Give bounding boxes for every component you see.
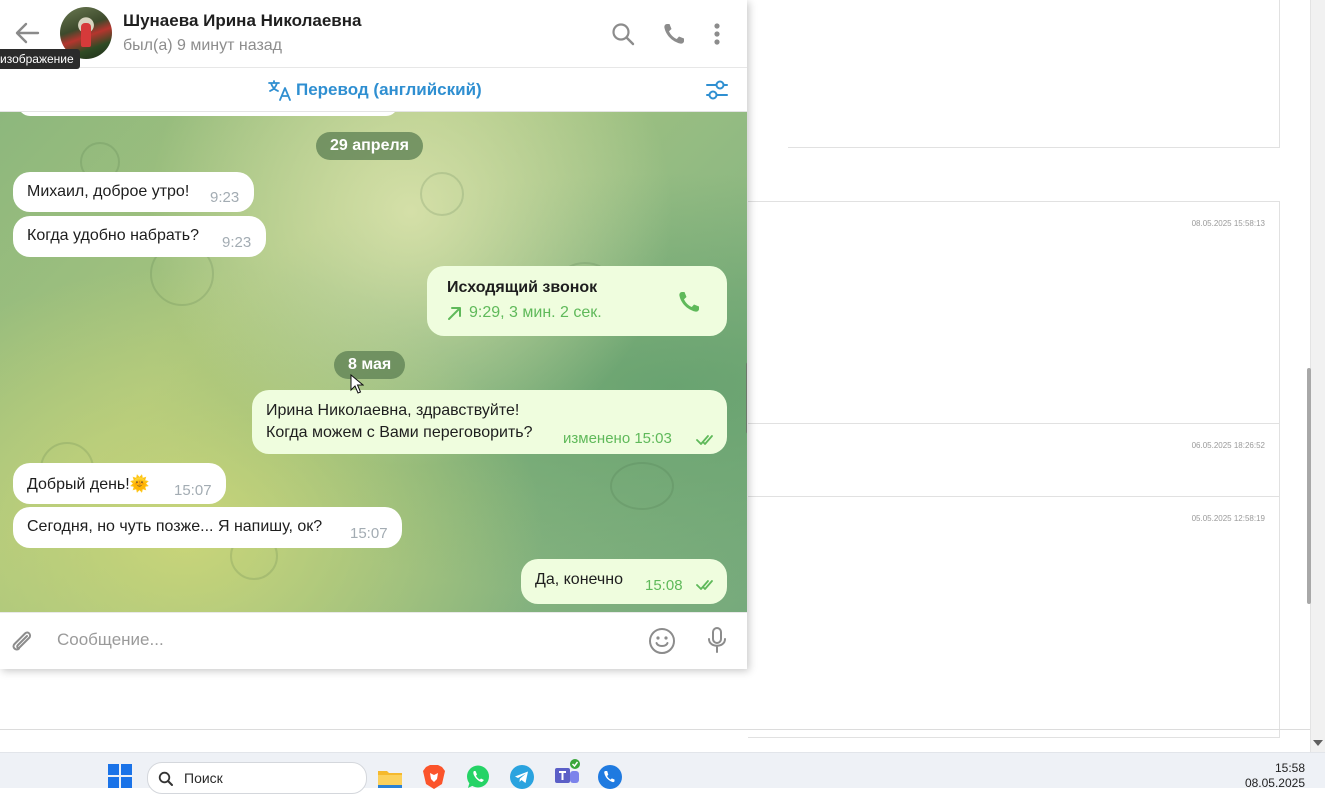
contact-status: был(а) 9 минут назад — [123, 37, 283, 54]
contact-name[interactable]: Шунаева Ирина Николаевна — [123, 11, 361, 31]
call-details: 9:29, 3 мин. 2 сек. — [447, 304, 602, 322]
message-bubble-incoming[interactable]: Когда удобно набрать? 9:23 — [13, 216, 266, 257]
background-card: 08.05.2025 15:58:13 — [748, 201, 1280, 424]
search-icon — [158, 771, 173, 786]
sun-emoji: 🌞 — [129, 476, 150, 493]
windows-taskbar: Поиск 15:58 08.05.2025 — [0, 752, 1325, 794]
message-bubble-incoming[interactable]: Добрый день!🌞 15:07 — [13, 463, 226, 504]
file-explorer-icon[interactable] — [377, 765, 403, 791]
chat-header: Шунаева Ирина Николаевна был(а) 9 минут … — [0, 0, 747, 68]
call-title: Исходящий звонок — [447, 279, 598, 296]
attach-paperclip-icon[interactable] — [8, 627, 36, 655]
background-card: 06.05.2025 18:26:52 — [748, 423, 1280, 497]
message-text-line: Когда можем с Вами переговорить? — [266, 424, 533, 441]
translate-label: Перевод (английский) — [296, 80, 482, 99]
message-bubble-incoming[interactable] — [18, 112, 398, 116]
divider — [0, 729, 1310, 730]
call-details-text: 9:29, 3 мин. 2 сек. — [469, 304, 602, 321]
message-time: 9:23 — [222, 234, 252, 251]
message-time: 15:08 — [645, 577, 683, 594]
message-time: изменено 15:03 — [563, 430, 672, 447]
teams-icon[interactable] — [553, 758, 583, 790]
message-text: Добрый день!🌞 — [27, 474, 150, 494]
message-input[interactable]: Сообщение... — [57, 630, 164, 650]
timestamp: 06.05.2025 18:26:52 — [1191, 441, 1265, 450]
message-text: Михаил, доброе утро! — [27, 183, 190, 200]
search-icon[interactable] — [609, 20, 637, 48]
message-text: Когда удобно набрать? — [27, 227, 199, 244]
message-time: 9:23 — [210, 189, 240, 206]
background-doodle — [610, 462, 674, 510]
telegram-icon[interactable] — [509, 764, 535, 790]
windows-start-icon[interactable] — [108, 764, 132, 788]
more-menu-icon[interactable] — [703, 20, 731, 48]
message-composer: Сообщение... — [0, 612, 747, 669]
message-time: 15:07 — [174, 482, 212, 499]
message-bubble-incoming[interactable]: Сегодня, но чуть позже... Я напишу, ок? … — [13, 507, 402, 548]
page-scrollbar-thumb[interactable] — [1307, 368, 1311, 604]
back-arrow-icon[interactable] — [12, 20, 42, 46]
background-app: 08.05.2025 15:58:13 06.05.2025 18:26:52 … — [748, 0, 1310, 738]
clock-time: 15:58 — [1274, 761, 1305, 775]
message-text: Да, конечно — [535, 571, 623, 588]
outgoing-arrow-icon — [448, 307, 461, 320]
microphone-icon[interactable] — [703, 626, 731, 654]
date-separator: 29 апреля — [316, 132, 423, 160]
translation-bar: Перевод (английский) — [0, 68, 747, 112]
message-bubble-outgoing[interactable]: Ирина Николаевна, здравствуйте! Когда мо… — [252, 390, 727, 454]
timestamp: 08.05.2025 15:58:13 — [1191, 219, 1265, 228]
background-card: 05.05.2025 12:58:19 — [748, 496, 1280, 738]
background-doodle — [420, 172, 464, 216]
translate-button[interactable]: Перевод (английский) — [268, 78, 482, 102]
translation-settings-icon[interactable] — [704, 77, 730, 103]
brave-browser-icon[interactable] — [421, 764, 447, 790]
telegram-chat-window: Шунаева Ирина Николаевна был(а) 9 минут … — [0, 0, 747, 669]
message-text-content: Добрый день! — [27, 476, 130, 493]
message-bubble-incoming[interactable]: Михаил, доброе утро! 9:23 — [13, 172, 254, 212]
read-checkmarks-icon — [696, 580, 713, 590]
whatsapp-icon[interactable] — [465, 764, 491, 790]
background-card — [788, 0, 1280, 148]
clock-date: 08.05.2025 — [1244, 776, 1305, 790]
call-back-phone-icon[interactable] — [675, 288, 703, 316]
translate-icon — [268, 80, 291, 101]
phone-call-icon[interactable] — [660, 20, 688, 48]
phone-link-icon[interactable] — [597, 764, 623, 790]
message-time: 15:07 — [350, 525, 388, 542]
chat-area[interactable]: 29 апреля Михаил, доброе утро! 9:23 Когд… — [0, 112, 747, 612]
chat-scrollbar-thumb[interactable] — [746, 362, 747, 434]
scroll-down-arrow-icon[interactable] — [1313, 740, 1323, 746]
read-checkmarks-icon — [696, 435, 713, 445]
message-bubble-outgoing[interactable]: Да, конечно 15:08 — [521, 559, 727, 604]
timestamp: 05.05.2025 12:58:19 — [1191, 514, 1265, 523]
mouse-cursor-icon — [350, 374, 364, 394]
date-separator: 8 мая — [334, 351, 406, 379]
taskbar-search[interactable]: Поиск — [147, 762, 367, 794]
message-text: Сегодня, но чуть позже... Я напишу, ок? — [27, 518, 323, 535]
call-message-bubble[interactable]: Исходящий звонок 9:29, 3 мин. 2 сек. — [427, 266, 727, 336]
tooltip: изображение — [0, 49, 80, 69]
page-scrollbar[interactable] — [1310, 0, 1325, 752]
search-label: Поиск — [184, 770, 223, 786]
emoji-icon[interactable] — [648, 627, 676, 655]
message-text-line: Ирина Николаевна, здравствуйте! — [266, 402, 520, 419]
